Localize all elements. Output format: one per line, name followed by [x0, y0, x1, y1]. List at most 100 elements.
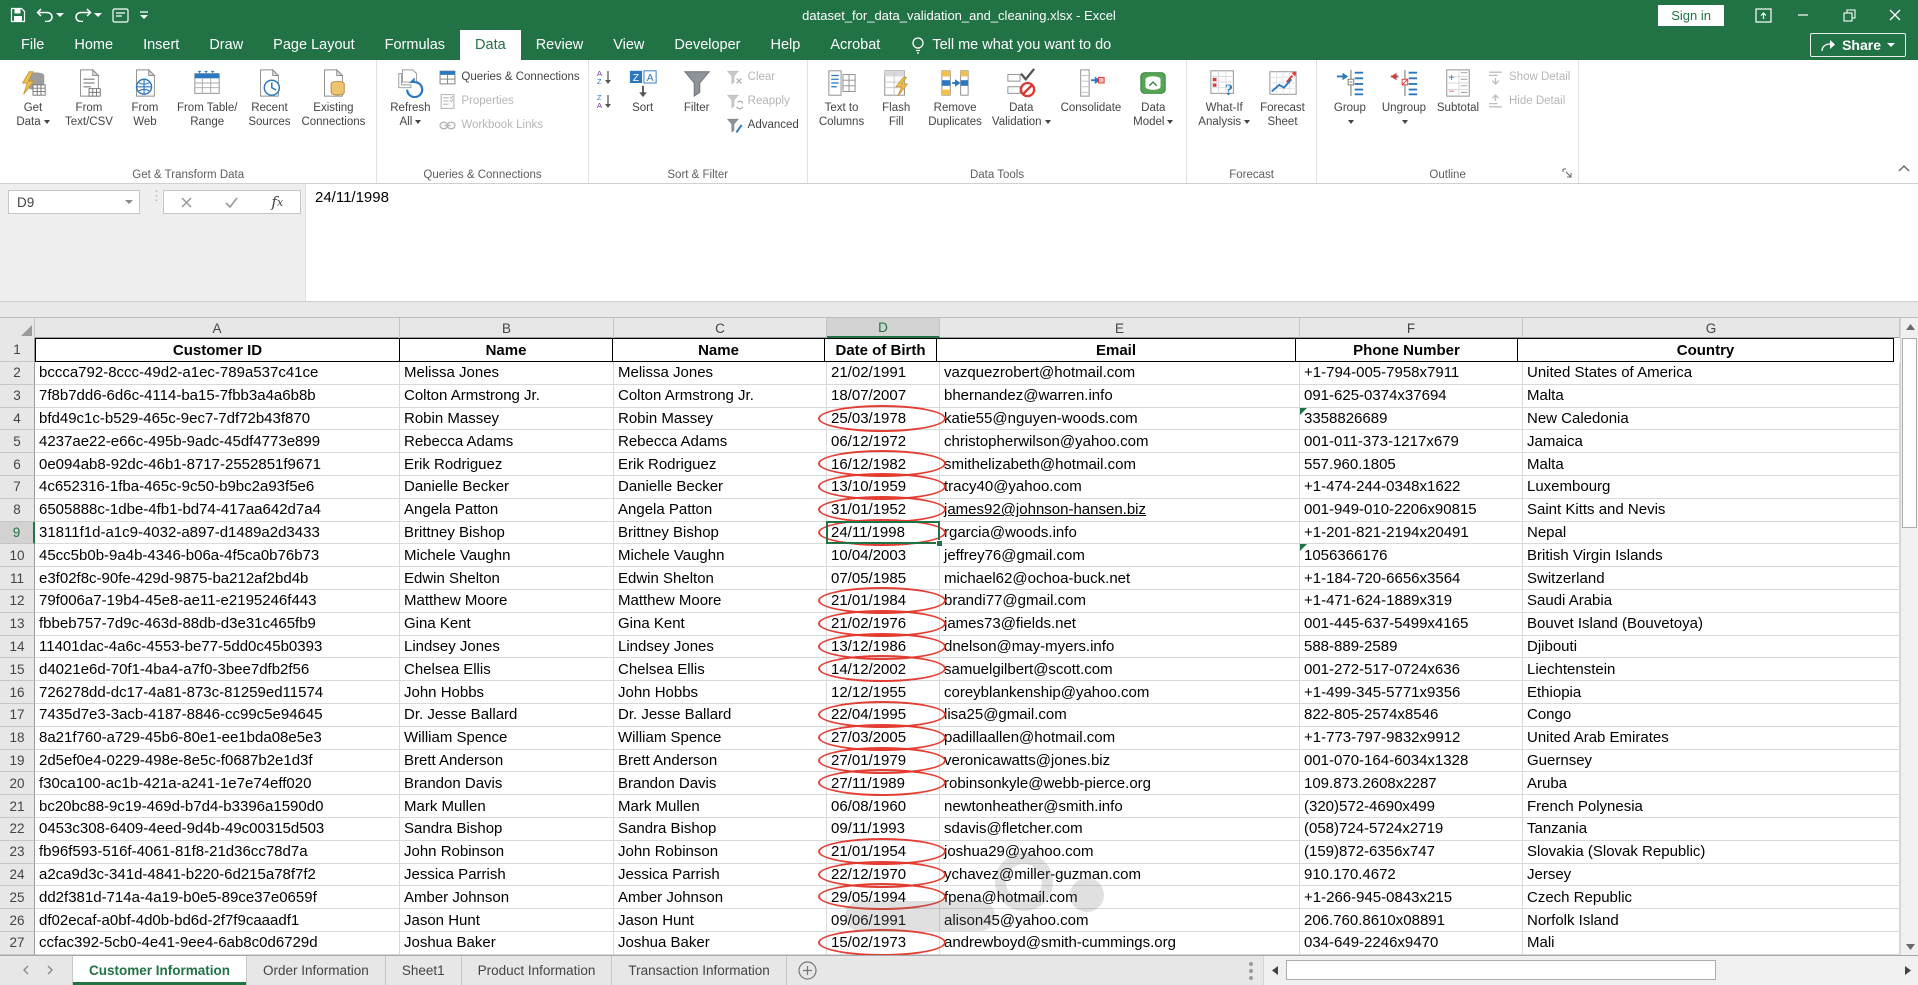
cell-G27[interactable]: Mali: [1523, 931, 1900, 955]
cell-G25[interactable]: Czech Republic: [1523, 886, 1900, 910]
cell-G3[interactable]: Malta: [1523, 384, 1900, 408]
cell-G18[interactable]: United Arab Emirates: [1523, 726, 1900, 750]
cell-F9[interactable]: +1-201-821-2194x20491: [1300, 521, 1523, 545]
undo-icon[interactable]: [36, 8, 64, 22]
ungroup-button[interactable]: Ungroup: [1377, 64, 1431, 133]
cell-D6[interactable]: 16/12/1982: [818, 450, 946, 478]
menu-tab-acrobat[interactable]: Acrobat: [815, 30, 895, 60]
row-header-6[interactable]: 6: [0, 453, 35, 476]
cell-C21[interactable]: Mark Mullen: [614, 795, 827, 818]
cell-E13[interactable]: james73@fields.net: [940, 612, 1300, 636]
cell-C8[interactable]: Angela Patton: [614, 498, 827, 522]
cell-A24[interactable]: a2ca9d3c-341d-4841-b220-6d215a78f7f2: [35, 863, 400, 887]
cell-F16[interactable]: +1-499-345-5771x9356: [1300, 681, 1523, 704]
cell-F11[interactable]: +1-184-720-6656x3564: [1300, 567, 1523, 590]
cell-G13[interactable]: Bouvet Island (Bouvetoya): [1523, 612, 1900, 636]
cell-A18[interactable]: 8a21f760-a729-45b6-80e1-ee1bda08e5e3: [35, 726, 400, 750]
cell-D25[interactable]: 29/05/1994: [818, 883, 946, 911]
cell-E8[interactable]: james92@johnson-hansen.biz: [940, 498, 1300, 522]
cell-A17[interactable]: 7435d7e3-3acb-4187-8846-cc99c5e94645: [35, 703, 400, 727]
cell-D4[interactable]: 25/03/1978: [818, 404, 946, 432]
cell-G20[interactable]: Aruba: [1523, 772, 1900, 796]
row-header-19[interactable]: 19: [0, 749, 35, 773]
cell-F25[interactable]: +1-266-945-0843x215: [1300, 886, 1523, 910]
cell-B11[interactable]: Edwin Shelton: [400, 567, 614, 590]
cell-F6[interactable]: 557.960.1805: [1300, 453, 1523, 476]
cell-F22[interactable]: (058)724-5724x2719: [1300, 817, 1523, 841]
cell-G15[interactable]: Liechtenstein: [1523, 658, 1900, 682]
menu-tab-help[interactable]: Help: [756, 30, 816, 60]
cell-G17[interactable]: Congo: [1523, 703, 1900, 727]
row-header-18[interactable]: 18: [0, 726, 35, 750]
column-header-E[interactable]: E: [940, 318, 1300, 338]
cell-C24[interactable]: Jessica Parrish: [614, 863, 827, 887]
cell-F17[interactable]: 822-805-2574x8546: [1300, 703, 1523, 727]
cell-G8[interactable]: Saint Kitts and Nevis: [1523, 498, 1900, 522]
cell-D27[interactable]: 15/02/1973: [818, 928, 946, 955]
cell-B6[interactable]: Erik Rodriguez: [400, 453, 614, 476]
cell-A15[interactable]: d4021e6d-70f1-4ba4-a7f0-3bee7dfb2f56: [35, 658, 400, 682]
cell-A11[interactable]: e3f02f8c-90fe-429d-9875-ba212af2bd4b: [35, 567, 400, 590]
cell-C10[interactable]: Michele Vaughn: [614, 544, 827, 568]
cell-G2[interactable]: United States of America: [1523, 362, 1900, 385]
cell-F23[interactable]: (159)872-6356x747: [1300, 840, 1523, 864]
cell-D19[interactable]: 27/01/1979: [818, 746, 946, 774]
filter-button[interactable]: Filter: [670, 64, 724, 118]
cell-B17[interactable]: Dr. Jesse Ballard: [400, 703, 614, 727]
cell-B9[interactable]: Brittney Bishop: [400, 521, 614, 545]
cell-C25[interactable]: Amber Johnson: [614, 886, 827, 910]
cell-A14[interactable]: 11401dac-4a6c-4553-be77-5dd0c45b0393: [35, 635, 400, 659]
data-model-button[interactable]: Data Model: [1126, 64, 1180, 133]
cell-A20[interactable]: f30ca100-ac1b-421a-a241-1e7e74eff020: [35, 772, 400, 796]
cell-D26[interactable]: 09/06/1991: [827, 909, 940, 932]
cell-B24[interactable]: Jessica Parrish: [400, 863, 614, 887]
dialog-launcher-icon[interactable]: [1561, 166, 1575, 180]
cell-A27[interactable]: ccfac392-5cb0-4e41-9ee4-6ab8c0d6729d: [35, 931, 400, 955]
cell-A21[interactable]: bc20bc88-9c19-469d-b7d4-b3396a1590d0: [35, 795, 400, 818]
cell-A10[interactable]: 45cc5b0b-9a4b-4346-b06a-4f5ca0b76b73: [35, 544, 400, 568]
formula-input[interactable]: 24/11/1998: [305, 184, 1918, 301]
row-header-17[interactable]: 17: [0, 703, 35, 727]
cell-E18[interactable]: padillaallen@hotmail.com: [940, 726, 1300, 750]
undo-dropdown-icon[interactable]: [56, 13, 64, 17]
cell-B21[interactable]: Mark Mullen: [400, 795, 614, 818]
cell-D12[interactable]: 21/01/1984: [818, 586, 946, 614]
cell-F14[interactable]: 588-889-2589: [1300, 635, 1523, 659]
cell-C18[interactable]: William Spence: [614, 726, 827, 750]
advanced-button[interactable]: Advanced: [726, 115, 799, 135]
queries-connections-button[interactable]: Queries & Connections: [439, 67, 580, 87]
menu-tab-draw[interactable]: Draw: [194, 30, 258, 60]
name-box-dropdown-icon[interactable]: [125, 200, 133, 204]
row-header-23[interactable]: 23: [0, 840, 35, 864]
cell-G7[interactable]: Luxembourg: [1523, 475, 1900, 499]
cell-D23[interactable]: 21/01/1954: [818, 837, 946, 865]
cell-G24[interactable]: Jersey: [1523, 863, 1900, 887]
row-header-9[interactable]: 9: [0, 521, 35, 545]
cell-F5[interactable]: 001-011-373-1217x679: [1300, 430, 1523, 454]
row-header-2[interactable]: 2: [0, 362, 35, 385]
cell-C11[interactable]: Edwin Shelton: [614, 567, 827, 590]
cell-B14[interactable]: Lindsey Jones: [400, 635, 614, 659]
get-data-button[interactable]: Get Data: [6, 64, 60, 133]
cell-E2[interactable]: vazquezrobert@hotmail.com: [940, 362, 1300, 385]
cell-A25[interactable]: dd2f381d-714a-4a19-b0e5-89ce37e0659f: [35, 886, 400, 910]
text-to-columns-button[interactable]: Text to Columns: [814, 64, 869, 133]
row-header-24[interactable]: 24: [0, 863, 35, 887]
cell-C27[interactable]: Joshua Baker: [614, 931, 827, 955]
cell-D21[interactable]: 06/08/1960: [827, 795, 940, 818]
cell-F20[interactable]: 109.873.2608x2287: [1300, 772, 1523, 796]
column-header-D[interactable]: D: [827, 318, 940, 338]
row-header-22[interactable]: 22: [0, 817, 35, 841]
menu-tab-file[interactable]: File: [6, 30, 59, 60]
cell-E24[interactable]: ychavez@miller-guzman.com: [940, 863, 1300, 887]
row-header-8[interactable]: 8: [0, 498, 35, 522]
column-header-C[interactable]: C: [614, 318, 827, 338]
cell-A26[interactable]: df02ecaf-a0bf-4d0b-bd6d-2f7f9caaadf1: [35, 909, 400, 932]
cell-F26[interactable]: 206.760.8610x08891: [1300, 909, 1523, 932]
cell-F27[interactable]: 034-649-2246x9470: [1300, 931, 1523, 955]
cell-F8[interactable]: 001-949-010-2206x90815: [1300, 498, 1523, 522]
cell-B18[interactable]: William Spence: [400, 726, 614, 750]
cell-C9[interactable]: Brittney Bishop: [614, 521, 827, 545]
cell-G11[interactable]: Switzerland: [1523, 567, 1900, 590]
cell-A1[interactable]: Customer ID: [35, 338, 400, 362]
